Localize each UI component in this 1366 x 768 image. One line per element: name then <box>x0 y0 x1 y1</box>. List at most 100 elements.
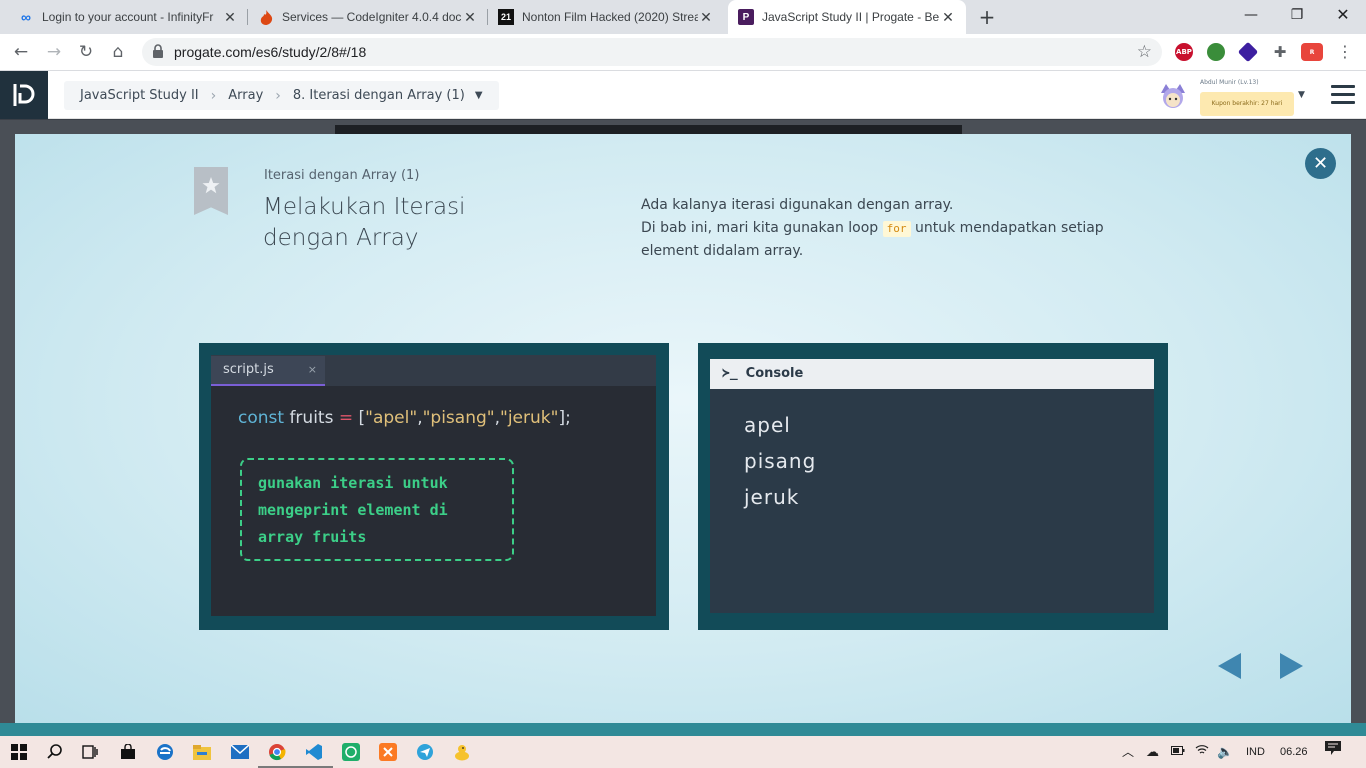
previous-slide-arrow-icon[interactable] <box>1218 653 1241 679</box>
user-menu-caret-icon[interactable]: ▼ <box>1298 90 1305 100</box>
clock-time[interactable]: 06.26 <box>1280 736 1308 768</box>
code-string: "apel" <box>365 408 418 428</box>
close-file-icon[interactable]: × <box>308 356 317 384</box>
chevron-right-icon: › <box>275 87 281 104</box>
code-bracket: ]; <box>558 408 571 428</box>
close-tab-icon[interactable]: ✕ <box>462 9 478 26</box>
edge-browser-icon[interactable] <box>154 741 176 763</box>
hint-line: gunakan iterasi untuk <box>258 474 448 492</box>
codeigniter-flame-icon <box>258 9 274 25</box>
notification-center-icon[interactable] <box>1325 736 1341 768</box>
bookmark-icon[interactable] <box>194 167 228 215</box>
film-site-icon: 21 <box>498 9 514 25</box>
progate-logo-icon <box>13 84 35 106</box>
close-slide-button[interactable]: ✕ <box>1305 148 1336 179</box>
file-tab-script-js[interactable]: script.js × <box>211 356 325 386</box>
breadcrumb-lesson[interactable]: 8. Iterasi dengan Array (1) <box>293 88 465 103</box>
file-tab-label: script.js <box>223 362 274 377</box>
vscode-icon[interactable] <box>295 741 333 768</box>
minimize-icon[interactable]: — <box>1228 0 1274 30</box>
browser-tab-film[interactable]: 21 Nonton Film Hacked (2020) Strea ✕ <box>488 0 724 34</box>
browser-tab-strip: ∞ Login to your account - InfinityFr ✕ S… <box>0 0 1366 34</box>
user-avatar[interactable] <box>1158 81 1188 111</box>
browser-tab-infinityfree[interactable]: ∞ Login to your account - InfinityFr ✕ <box>8 0 248 34</box>
battery-icon[interactable] <box>1171 736 1185 768</box>
breadcrumb-course[interactable]: JavaScript Study II <box>80 88 199 103</box>
search-icon[interactable] <box>44 741 66 763</box>
telegram-icon[interactable] <box>414 741 436 763</box>
chrome-taskbar-icon[interactable] <box>258 741 296 768</box>
onedrive-cloud-icon[interactable]: ☁ <box>1146 736 1159 768</box>
cyberduck-icon[interactable] <box>451 741 473 763</box>
restore-icon[interactable]: ❐ <box>1274 0 1320 30</box>
chevron-right-icon: › <box>210 87 217 104</box>
code-editor: script.js × const fruits = ["apel","pisa… <box>211 355 656 616</box>
chrome-menu-icon[interactable]: ⋮ <box>1333 40 1357 64</box>
lesson-title-line: dengan Array <box>263 225 419 251</box>
console-window: ≻_ Console apel pisang jeruk <box>710 359 1154 613</box>
coupon-badge: Kupon berakhir: 27 hari <box>1200 92 1294 116</box>
browser-tab-codeigniter[interactable]: Services — CodeIgniter 4.0.4 doc ✕ <box>248 0 488 34</box>
next-slide-arrow-icon[interactable] <box>1280 653 1303 679</box>
browser-tab-progate[interactable]: P JavaScript Study II | Progate - Bel ✕ <box>728 0 966 34</box>
address-bar[interactable]: progate.com/es6/study/2/8#/18 ☆ <box>142 38 1162 66</box>
store-bag-icon[interactable] <box>117 741 139 763</box>
hamburger-menu-icon[interactable] <box>1331 85 1355 105</box>
console-output: apel pisang jeruk <box>710 389 1154 515</box>
desc-text: untuk mendapatkan setiap <box>914 220 1104 236</box>
tab-title: Login to your account - InfinityFr <box>42 10 214 24</box>
tray-chevron-up-icon[interactable]: ︿ <box>1122 736 1134 768</box>
hint-box: gunakan iterasi untuk mengeprint element… <box>240 458 514 561</box>
breadcrumb-chapter[interactable]: Array <box>228 88 263 103</box>
task-view-icon[interactable] <box>79 741 101 763</box>
console-output-line: apel <box>744 413 791 437</box>
desc-text: Di bab ini, mari kita gunakan loop <box>641 220 879 236</box>
close-tab-icon[interactable]: ✕ <box>698 9 714 26</box>
mail-icon[interactable] <box>229 741 251 763</box>
extension-r-icon[interactable]: R <box>1301 43 1323 61</box>
desc-line: Di bab ini, mari kita gunakan loop for u… <box>641 217 1201 240</box>
extensions-puzzle-icon[interactable]: ✚ <box>1271 43 1289 61</box>
volume-icon[interactable]: 🔈 <box>1217 736 1233 768</box>
lesson-title: Melakukan Iterasi dengan Array <box>263 192 563 254</box>
windows-taskbar: ︿ ☁ 🔈 IND 06.26 <box>0 736 1366 768</box>
tab-title: JavaScript Study II | Progate - Bel <box>762 10 940 24</box>
code-line: const fruits = ["apel","pisang","jeruk"]… <box>238 408 571 428</box>
close-tab-icon[interactable]: ✕ <box>222 9 238 26</box>
slide-description: Ada kalanya iterasi digunakan dengan arr… <box>641 194 1201 263</box>
code-operator: = <box>338 408 354 428</box>
inline-code-for: for <box>882 221 911 237</box>
file-explorer-icon[interactable] <box>191 741 213 763</box>
code-identifier: fruits <box>284 408 339 428</box>
progate-logo[interactable] <box>0 71 48 119</box>
home-icon[interactable]: ⌂ <box>106 40 130 64</box>
extension-globe-icon[interactable] <box>1207 43 1225 61</box>
code-string: "jeruk" <box>500 408 559 428</box>
caret-down-icon[interactable]: ▼ <box>475 90 483 101</box>
back-arrow-icon[interactable]: ← <box>9 40 33 64</box>
slide-modal: ✕ Iterasi dengan Array (1) Melakukan Ite… <box>15 134 1351 723</box>
window-close-icon[interactable]: ✕ <box>1320 0 1366 30</box>
forward-arrow-icon[interactable]: → <box>42 40 66 64</box>
code-keyword: const <box>238 408 285 428</box>
close-tab-icon[interactable]: ✕ <box>940 9 956 26</box>
desc-line: element didalam array. <box>641 243 804 259</box>
input-language[interactable]: IND <box>1246 736 1265 768</box>
progate-icon: P <box>738 9 754 25</box>
breadcrumb: JavaScript Study II › Array › 8. Iterasi… <box>64 81 499 110</box>
lesson-subtitle: Iterasi dengan Array (1) <box>264 168 420 183</box>
reload-icon[interactable]: ↻ <box>74 40 98 64</box>
xampp-icon[interactable] <box>377 741 399 763</box>
adblock-plus-icon[interactable]: ABP <box>1175 43 1193 61</box>
page-bottom-strip <box>0 723 1366 736</box>
bookmark-star-icon[interactable]: ☆ <box>1137 38 1152 66</box>
infinity-icon: ∞ <box>21 9 31 25</box>
desc-line: Ada kalanya iterasi digunakan dengan arr… <box>641 197 954 213</box>
hint-line: mengeprint element di <box>258 501 448 519</box>
console-panel: ≻_ Console apel pisang jeruk <box>698 343 1168 630</box>
windows-start-icon[interactable] <box>8 741 30 763</box>
wifi-icon[interactable] <box>1195 736 1209 768</box>
extension-diamond-icon[interactable] <box>1237 41 1259 63</box>
whatsapp-icon[interactable] <box>340 741 362 763</box>
new-tab-button[interactable]: + <box>976 5 998 29</box>
